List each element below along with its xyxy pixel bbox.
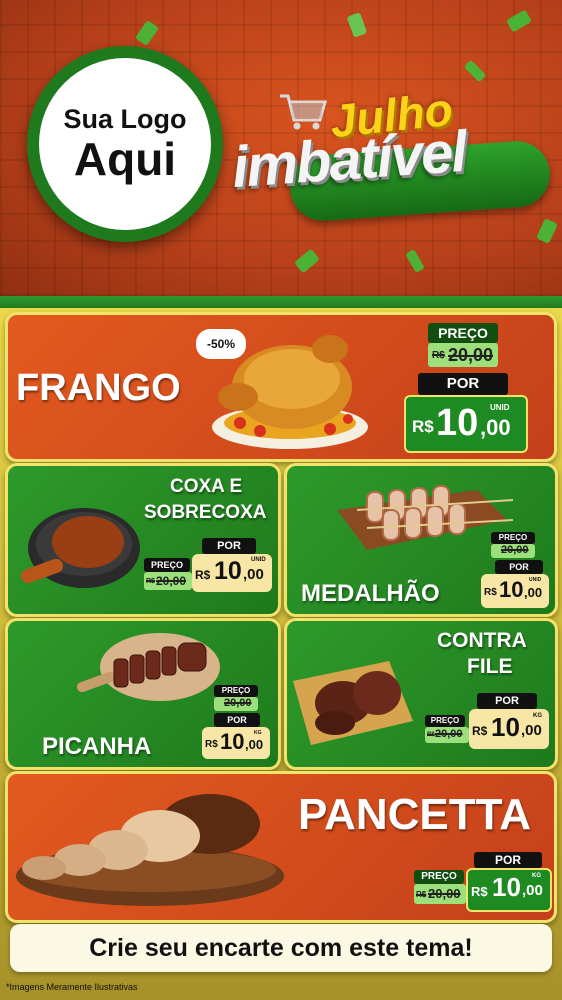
price-unit: KG (532, 873, 541, 879)
discount-badge: -50% (196, 329, 246, 359)
product-card-picanha: PREÇO 20,00 POR R$ 10 ,00 KG PICANHA (5, 618, 281, 770)
old-price: R$ 20,00 (414, 884, 466, 904)
bacon-skewers-icon (337, 485, 514, 550)
new-price-label: POR (202, 538, 256, 554)
disclaimer: *Imagens Meramente Ilustrativas (6, 982, 138, 992)
price-unit: UNID (490, 403, 510, 412)
currency-symbol: R$ (195, 568, 211, 582)
old-price-value: 20,00 (156, 574, 187, 588)
currency-symbol: R$ (146, 578, 155, 585)
new-price: R$ 10 ,00 UNID (404, 395, 528, 453)
old-price-label: PREÇO (144, 558, 190, 572)
cta-banner[interactable]: Crie seu encarte com este tema! (10, 924, 552, 972)
product-card-pancetta: PANCETTA PREÇO R$ 20,00 POR R$ 10 ,00 KG (5, 771, 557, 923)
shopping-cart-icon (280, 94, 327, 130)
product-card-frango: FRANGO -50% PREÇO R$ 20,00 POR R$ 10 ,00… (5, 312, 557, 462)
old-price-label: PREÇO (414, 870, 464, 884)
price-integer: 10 (220, 729, 245, 754)
currency-symbol: R$ (416, 890, 427, 899)
old-price: R$ 20,00 (425, 727, 469, 743)
old-price: 20,00 (491, 544, 535, 558)
product-card-coxa: COXA E SOBRECOXA PREÇO R$ 20,00 POR R$ 1… (5, 463, 281, 617)
pancetta-roast-icon (16, 794, 284, 906)
old-price-value: 20,00 (224, 697, 252, 709)
logo-placeholder: Sua Logo Aqui (27, 46, 223, 242)
new-price-label: POR (418, 373, 508, 395)
old-price-value: 20,00 (501, 544, 529, 556)
currency-symbol: R$ (484, 587, 497, 598)
new-price: R$ 10 ,00 KG (469, 709, 549, 749)
product-name: MEDALHÃO (301, 580, 440, 607)
price-unit: UNID (529, 577, 542, 583)
currency-symbol: R$ (427, 732, 435, 738)
new-price-label: POR (495, 560, 543, 574)
price-integer: 10 (491, 712, 520, 742)
logo-text-line1: Sua Logo (63, 104, 187, 134)
steak-board-icon (293, 661, 413, 745)
price-integer: 10 (436, 402, 479, 444)
price-decimals: ,00 (480, 415, 511, 440)
new-price-label: POR (474, 852, 542, 868)
product-name-line1: COXA E (170, 476, 243, 497)
old-price: R$ 20,00 (144, 572, 192, 590)
chicken-thigh-icon (20, 508, 140, 588)
product-name: PANCETTA (298, 790, 532, 839)
currency-symbol: R$ (412, 417, 434, 436)
price-unit: KG (533, 713, 542, 719)
old-price-label: PREÇO (491, 532, 535, 544)
old-price-label: PREÇO (214, 685, 258, 697)
price-integer: 10 (492, 872, 521, 902)
new-price: R$ 10 ,00 UNID (192, 554, 272, 592)
product-name: PICANHA (42, 733, 152, 760)
old-price: 20,00 (214, 697, 258, 711)
product-card-contrafile: CONTRA FILE PREÇO R$ 20,00 POR R$ 10 ,00… (284, 618, 558, 770)
logo-text-line2: Aqui (73, 133, 177, 185)
currency-symbol: R$ (432, 350, 445, 361)
new-price-label: POR (477, 693, 537, 709)
cta-text: Crie seu encarte com este tema! (89, 933, 473, 962)
product-name-line2: SOBRECOXA (144, 502, 267, 523)
old-price-value: 20,00 (428, 886, 461, 901)
new-price: R$ 10 ,00 UNID (481, 574, 549, 608)
product-name-line1: CONTRA (437, 629, 527, 652)
sliced-steak-icon (76, 633, 220, 701)
product-name-line2: FILE (467, 655, 513, 678)
price-decimals: ,00 (524, 585, 543, 600)
price-integer: 10 (499, 577, 524, 602)
logo-circle: Sua Logo Aqui (39, 58, 211, 230)
currency-symbol: R$ (205, 739, 218, 750)
price-unit: UNID (251, 557, 266, 563)
old-price-value: 20,00 (435, 728, 463, 740)
product-card-medalhao: PREÇO 20,00 POR R$ 10 ,00 UNID MEDALHÃO (284, 463, 558, 617)
price-unit: KG (254, 730, 262, 736)
price-decimals: ,00 (243, 566, 264, 583)
product-name: FRANGO (16, 367, 181, 409)
price-decimals: ,00 (245, 737, 264, 752)
price-decimals: ,00 (521, 722, 542, 739)
price-integer: 10 (214, 557, 242, 585)
flyer-page: Sua Logo Aqui Julho imbatível FRANGO -50… (0, 0, 562, 1000)
old-price-label: PREÇO (425, 715, 465, 727)
new-price-label: POR (214, 713, 260, 727)
currency-symbol: R$ (471, 884, 488, 899)
new-price: R$ 10 ,00 KG (202, 727, 270, 759)
new-price: R$ 10 ,00 KG (466, 868, 552, 912)
campaign-title: Julho imbatível (230, 83, 552, 228)
old-price-value: 20,00 (448, 345, 494, 365)
old-price: R$ 20,00 (428, 343, 498, 367)
currency-symbol: R$ (472, 724, 488, 738)
price-decimals: ,00 (522, 882, 543, 899)
old-price-label: PREÇO (428, 323, 498, 343)
header-stripe (0, 296, 562, 308)
